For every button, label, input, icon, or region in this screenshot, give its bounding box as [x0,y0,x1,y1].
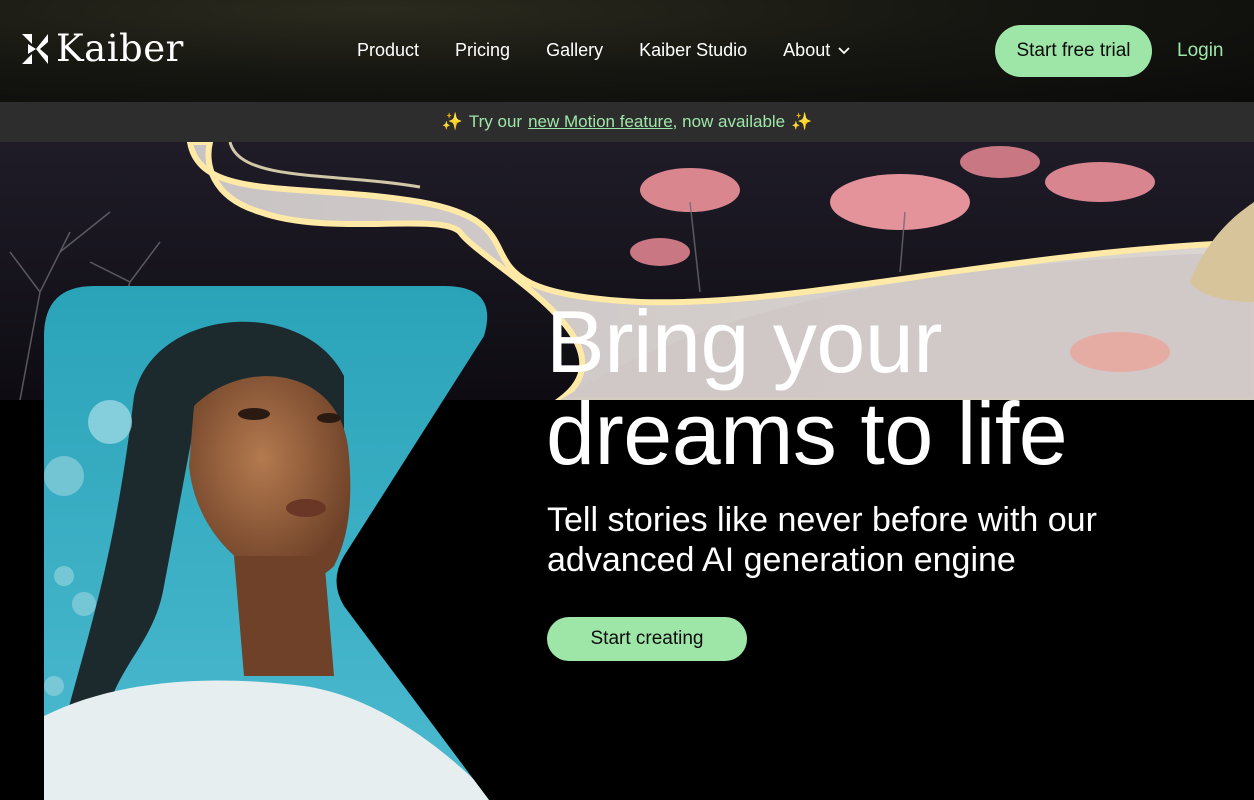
announcement-bar: ✨ Try our new Motion feature, now availa… [0,102,1254,142]
nav-product[interactable]: Product [357,40,419,61]
nav-about-label: About [783,40,831,60]
hero-subtitle-line2: advanced AI generation engine [547,541,1016,579]
brand-name: Kaiber [56,27,184,70]
main-nav: Product Pricing Gallery Kaiber Studio Ab… [357,40,850,61]
hero-title: Bring your dreams to life [546,296,1246,480]
announcement-suffix: , now available [672,112,786,131]
nav-pricing[interactable]: Pricing [455,40,510,61]
hero-subtitle: Tell stories like never before with our … [547,500,1187,580]
sparkles-icon: ✨ [441,112,463,131]
chevron-down-icon [838,46,850,54]
nav-about[interactable]: About [783,40,850,61]
login-link[interactable]: Login [1177,40,1224,62]
nav-kaiber-studio[interactable]: Kaiber Studio [639,40,747,61]
hero-title-line1: Bring your [546,292,943,391]
kaiber-logo[interactable]: Kaiber [20,30,184,67]
hero-portrait-image [44,286,494,800]
hero-title-line2: dreams to life [546,384,1068,483]
nav-gallery[interactable]: Gallery [546,40,603,61]
motion-feature-link[interactable]: new Motion feature [528,112,673,132]
site-header: Kaiber Product Pricing Gallery Kaiber St… [0,0,1254,102]
sparkles-icon: ✨ [791,112,813,131]
start-creating-button[interactable]: Start creating [547,617,747,661]
start-free-trial-button[interactable]: Start free trial [995,25,1152,77]
kaiber-logo-icon [22,33,48,64]
hero-subtitle-line1: Tell stories like never before with our [547,501,1097,539]
announcement-prefix: Try our [468,112,523,131]
